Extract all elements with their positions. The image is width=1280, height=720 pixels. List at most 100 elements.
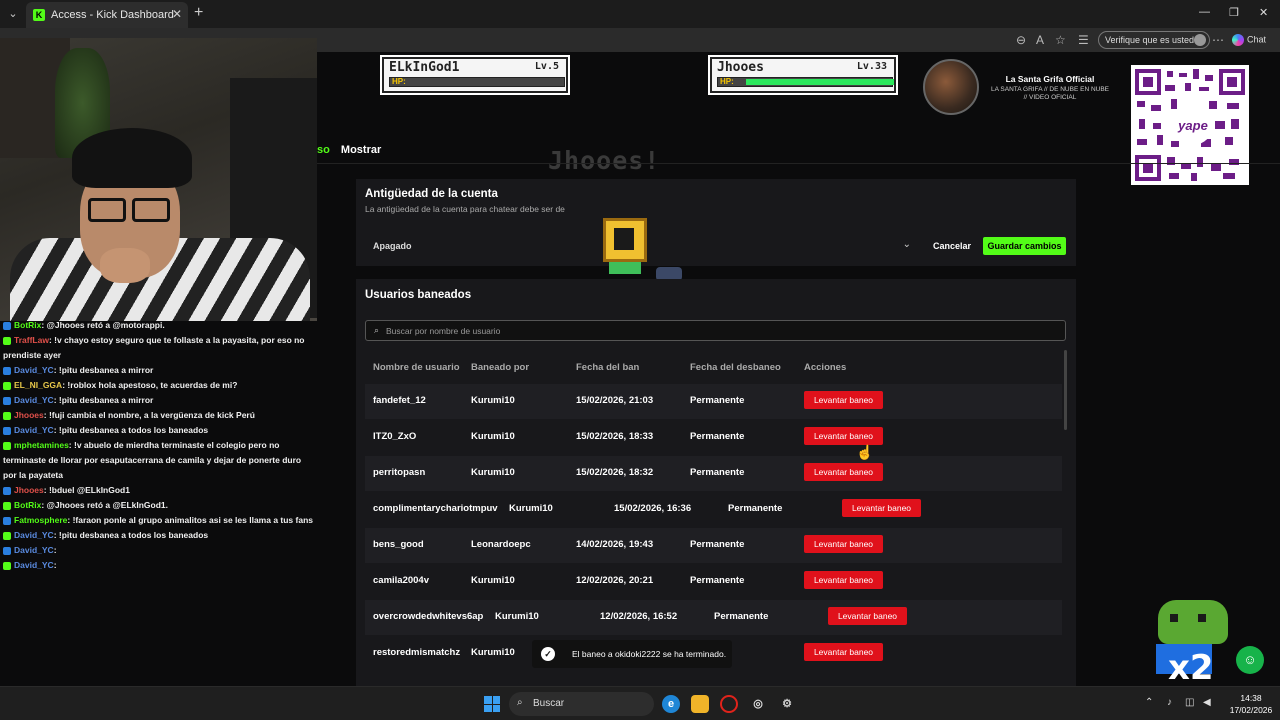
tray-chevron-icon[interactable]: ⌃ — [1145, 697, 1153, 708]
lift-ban-button[interactable]: Levantar baneo — [804, 427, 883, 445]
read-aloud-icon[interactable]: A — [1036, 33, 1044, 47]
chat-badge-icon — [3, 381, 11, 390]
table-scrollbar[interactable] — [1064, 350, 1067, 430]
chat-label: Chat — [1247, 34, 1267, 45]
chat-username[interactable]: David_YC — [14, 545, 54, 555]
chat-badge-icon — [3, 396, 11, 405]
streamer-name-overlay: Jhooes! — [548, 146, 661, 175]
chat-username[interactable]: mphetamines — [14, 440, 69, 450]
chat-message: David_YC: !pitu desbanea a mirror — [0, 363, 317, 378]
chat-message: EL_NI_GGA: !roblox hola apestoso, te acu… — [0, 378, 317, 393]
chat-badge-icon — [3, 336, 11, 345]
tab-partial[interactable]: so — [317, 144, 330, 156]
zoom-icon[interactable]: ⊖ — [1016, 33, 1026, 47]
banned-search-input[interactable]: ⌕ Buscar por nombre de usuario — [365, 320, 1066, 341]
now-playing-card: La Santa Grifa Official LA SANTA GRIFA /… — [920, 56, 1120, 116]
chat-username[interactable]: David_YC — [14, 395, 54, 405]
edge-icon[interactable]: e — [662, 695, 680, 713]
taskbar-search[interactable]: ⌕ Buscar — [509, 692, 654, 716]
chat-username[interactable]: BotRix — [14, 320, 41, 330]
table-row: ITZ0_ZxO Kurumi10 15/02/2026, 18:33 Perm… — [365, 420, 1062, 455]
col-ban-date[interactable]: Fecha del ban — [576, 362, 639, 373]
chat-message: Fatmosphere: !faraon ponle al grupo anim… — [0, 513, 317, 528]
more-menu-icon[interactable]: ⋯ — [1212, 33, 1224, 47]
chat-username[interactable]: Fatmosphere — [14, 515, 67, 525]
taskbar-clock[interactable]: 14:38 17/02/2026 — [1226, 692, 1276, 716]
favorites-icon[interactable]: ☰ — [1078, 33, 1089, 47]
lift-ban-button[interactable]: Levantar baneo — [804, 391, 883, 409]
cancel-button[interactable]: Cancelar — [926, 237, 978, 255]
browser-tabbar: ⌄ K Access - Kick Dashboard ✕ + — ❐ ✕ — [0, 0, 1280, 28]
lift-ban-button[interactable]: Levantar baneo — [828, 607, 907, 625]
tab-title: Access - Kick Dashboard — [51, 9, 174, 21]
save-changes-button[interactable]: Guardar cambios — [983, 237, 1066, 255]
chat-username[interactable]: TraffLaw — [14, 335, 49, 345]
opera-icon[interactable] — [720, 695, 738, 713]
lift-ban-button[interactable]: Levantar baneo — [842, 499, 921, 517]
obs-icon[interactable]: ◎ — [749, 695, 767, 713]
window-close-icon[interactable]: ✕ — [1259, 6, 1268, 19]
cell-banned-by: Leonardoepc — [471, 539, 531, 550]
table-row: complimentarychariotmpuv Kurumi10 15/02/… — [365, 492, 1062, 527]
cell-username: camila2004v — [373, 575, 429, 586]
restore-icon[interactable]: ❐ — [1229, 6, 1239, 19]
network-icon[interactable]: ◫ — [1185, 697, 1194, 708]
chat-username[interactable]: EL_NI_GGA — [14, 380, 62, 390]
chat-username[interactable]: David_YC — [14, 530, 54, 540]
player1-hp-box: ELkInGod1 Lv.5 HP: — [380, 55, 570, 95]
search-placeholder: Buscar por nombre de usuario — [386, 326, 501, 336]
player1-hp-bar: HP: — [389, 77, 565, 87]
player2-hp-bar: HP: — [717, 77, 894, 87]
lift-ban-button[interactable]: Levantar baneo — [804, 535, 883, 553]
col-banned-by[interactable]: Baneado por — [471, 362, 529, 373]
col-username[interactable]: Nombre de usuario — [373, 362, 460, 373]
chat-username[interactable]: Jhooes — [14, 485, 44, 495]
close-tab-icon[interactable]: ✕ — [172, 7, 182, 21]
col-unban-date[interactable]: Fecha del desbaneo — [690, 362, 781, 373]
chat-message: mphetamines: !v abuelo de mierdha termin… — [0, 438, 317, 483]
microphone-icon[interactable]: ♪ — [1167, 697, 1172, 708]
chat-badge-icon — [3, 441, 11, 450]
chat-badge-icon — [3, 546, 11, 555]
webcam-feed — [0, 38, 317, 321]
minimize-icon[interactable]: — — [1199, 6, 1210, 18]
favorite-star-icon[interactable]: ☆ — [1055, 33, 1066, 47]
chat-message: David_YC: — [0, 558, 317, 573]
chat-username[interactable]: David_YC — [14, 365, 54, 375]
mascot-overlay: x2 — [1150, 596, 1240, 688]
copilot-chat-button[interactable]: Chat — [1232, 34, 1266, 46]
browser-tab[interactable]: K Access - Kick Dashboard ✕ — [26, 2, 188, 28]
lift-ban-button[interactable]: Levantar baneo — [804, 463, 883, 481]
cell-banned-by: Kurumi10 — [471, 647, 515, 658]
chat-username[interactable]: David_YC — [14, 425, 54, 435]
tab-actions-icon[interactable]: ⌄ — [4, 5, 22, 23]
cell-username: overcrowdedwhitevs6ap — [373, 611, 484, 622]
chat-message: TraffLaw: !v chayo estoy seguro que te f… — [0, 333, 317, 363]
chat-text: : !v chayo estoy seguro que te follaste … — [3, 335, 305, 360]
file-explorer-icon[interactable] — [691, 695, 709, 713]
settings-gear-icon[interactable]: ⚙ — [778, 695, 796, 713]
player2-name: Jhooes — [717, 60, 764, 75]
player2-hp-label: HP: — [720, 77, 734, 86]
chat-message: Jhooes: !bduel @ELkInGod1 — [0, 483, 317, 498]
chat-username[interactable]: BotRix — [14, 500, 41, 510]
cell-ban-date: 12/02/2026, 16:52 — [600, 611, 678, 622]
volume-icon[interactable]: ◀ — [1203, 697, 1211, 708]
lift-ban-button[interactable]: Levantar baneo — [804, 643, 883, 661]
chat-username[interactable]: David_YC — [14, 560, 54, 570]
windows-start-icon[interactable] — [484, 696, 500, 712]
chat-text: : !fuji cambia el nombre, a la vergüenza… — [43, 410, 255, 420]
tab-show[interactable]: Mostrar — [341, 144, 381, 156]
chat-username[interactable]: Jhooes — [14, 410, 44, 420]
chat-bubble-button[interactable]: ☺ — [1236, 646, 1264, 674]
toast-notification: ✓ El baneo a okidoki2222 se ha terminado… — [532, 640, 732, 668]
verify-label: Verifique que es usted — [1105, 35, 1195, 45]
chat-message: David_YC: !pitu desbanea a mirror — [0, 393, 317, 408]
cell-ban-date: 14/02/2026, 19:43 — [576, 539, 654, 550]
player1-hp-label: HP: — [392, 77, 406, 86]
cell-banned-by: Kurumi10 — [471, 431, 515, 442]
taskbar-search-label: Buscar — [533, 698, 565, 709]
verify-profile-button[interactable]: Verifique que es usted — [1098, 31, 1210, 49]
new-tab-icon[interactable]: + — [194, 4, 203, 22]
lift-ban-button[interactable]: Levantar baneo — [804, 571, 883, 589]
